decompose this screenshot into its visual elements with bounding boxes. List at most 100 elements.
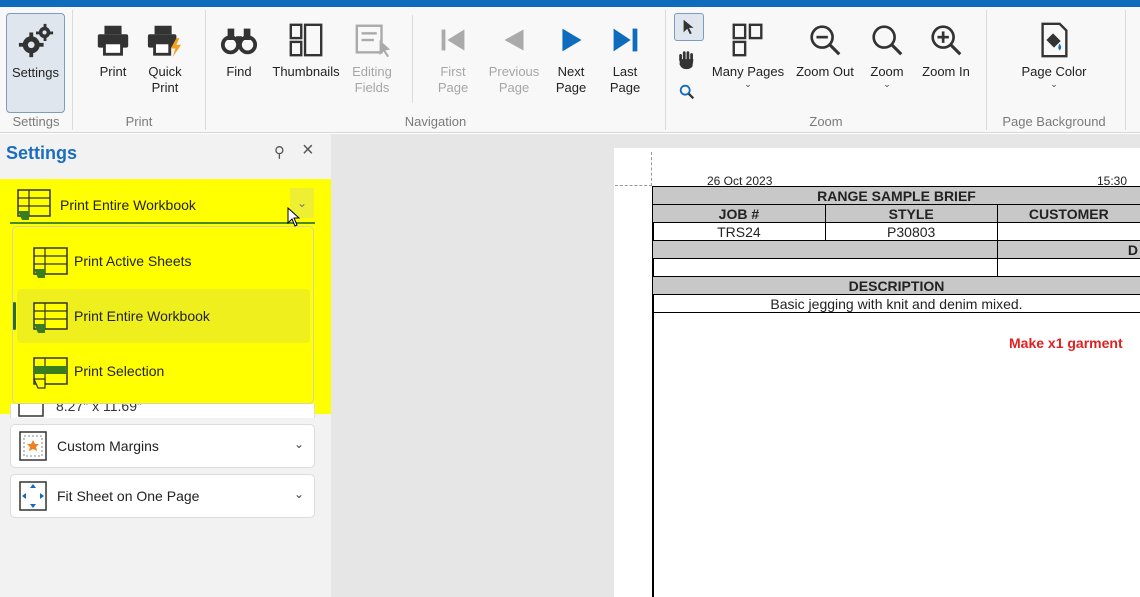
print-label: Print xyxy=(99,64,127,79)
thumbnails-button[interactable]: Thumbnails xyxy=(270,13,342,80)
header-description: DESCRIPTION xyxy=(652,276,1140,295)
mouse-cursor-icon xyxy=(287,207,301,227)
pin-icon[interactable]: ⚲ xyxy=(274,143,285,161)
print-scope-combo[interactable]: Print Entire Workbook ⌄ xyxy=(10,186,315,224)
zoom-out-icon xyxy=(810,25,841,56)
header-customer: CUSTOMER xyxy=(996,204,1140,223)
print-scope-selected: Print Entire Workbook xyxy=(60,197,196,213)
editing-fields-button[interactable]: Editing Fields xyxy=(346,13,398,96)
table-title: RANGE SAMPLE BRIEF xyxy=(652,186,1140,205)
binoculars-icon xyxy=(220,28,258,55)
cell-description-value: Basic jegging with knit and denim mixed. xyxy=(652,294,1140,313)
quick-print-label: Quick Print xyxy=(148,64,182,95)
cell-customer-value xyxy=(996,222,1140,241)
margin-guide xyxy=(651,152,652,186)
thumbnails-label: Thumbnails xyxy=(272,64,340,79)
margins-label: Custom Margins xyxy=(57,438,159,454)
ribbon-separator xyxy=(412,15,413,103)
first-page-button[interactable]: First Page xyxy=(428,13,478,96)
zoom-button[interactable]: Zoom ⌄ xyxy=(862,13,912,89)
chevron-down-icon: ⌄ xyxy=(294,487,305,501)
settings-label: Settings xyxy=(12,65,59,80)
page-background-group-label: Page Background xyxy=(1002,114,1106,129)
find-label: Find xyxy=(226,64,252,79)
next-page-label: Next Page xyxy=(555,64,587,95)
previous-page-label: Previous Page xyxy=(488,64,540,95)
quick-printer-icon xyxy=(147,25,182,58)
zoom-group: Many Pages ⌄ Zoom Out Zoom ⌄ Zoom In Zoo… xyxy=(666,7,986,133)
header-style: STYLE xyxy=(824,204,998,223)
range-sample-table: RANGE SAMPLE BRIEF JOB # STYLE CUSTOMER … xyxy=(652,186,1140,313)
zoom-group-label: Zoom xyxy=(809,114,843,129)
previous-page-button[interactable]: Previous Page xyxy=(484,13,544,96)
paper-size-label: 8.27" x 11.69" xyxy=(56,404,142,414)
gears-icon xyxy=(18,23,53,58)
find-button[interactable]: Find xyxy=(214,13,264,80)
page-color-label: Page Color xyxy=(1021,64,1087,79)
cell-blank xyxy=(996,258,1140,277)
print-button[interactable]: Print xyxy=(87,13,139,80)
small-magnifier-icon xyxy=(679,84,695,100)
navigation-group: Find Thumbnails Editing Fields First Pag… xyxy=(206,7,665,133)
printer-icon xyxy=(97,25,129,56)
window-top-accent-bar xyxy=(0,0,1140,7)
print-group: Print Quick Print Print xyxy=(73,7,205,133)
close-icon[interactable]: × xyxy=(302,139,314,162)
last-page-button[interactable]: Last Page xyxy=(600,13,650,96)
many-pages-button[interactable]: Many Pages ⌄ xyxy=(708,13,788,89)
page-color-icon xyxy=(1041,22,1068,58)
margin-guide xyxy=(615,185,652,186)
hand-tool-button[interactable] xyxy=(676,49,700,73)
cell-gray-blank xyxy=(652,240,998,259)
header-partial: D xyxy=(996,240,1140,259)
ribbon-separator xyxy=(1125,10,1126,130)
thumbnails-icon xyxy=(289,23,323,57)
workbook-icon xyxy=(17,189,51,220)
many-pages-label: Many Pages xyxy=(711,64,785,79)
option-print-active-sheets[interactable]: Print Active Sheets xyxy=(17,234,310,288)
selection-tool-button[interactable] xyxy=(674,13,704,41)
print-scope-dropdown: Print Active Sheets Print Entire Workboo… xyxy=(12,226,314,404)
first-page-label: First Page xyxy=(437,64,469,95)
option-print-entire-workbook[interactable]: Print Entire Workbook xyxy=(13,289,310,343)
zoom-in-icon xyxy=(931,25,962,56)
active-sheets-icon xyxy=(33,247,68,278)
header-job: JOB # xyxy=(652,204,826,223)
chevron-down-icon: ⌄ xyxy=(744,79,752,89)
option-print-selection[interactable]: Print Selection xyxy=(17,344,310,398)
scaling-label: Fit Sheet on One Page xyxy=(57,488,200,504)
navigation-group-label: Navigation xyxy=(404,114,467,129)
quick-print-button[interactable]: Quick Print xyxy=(139,13,191,96)
cell-blank xyxy=(652,258,998,277)
page-color-button[interactable]: Page Color ⌄ xyxy=(1009,13,1099,89)
chevron-down-icon: ⌄ xyxy=(1050,79,1058,89)
option-label: Print Active Sheets xyxy=(74,253,192,269)
zoom-out-label: Zoom Out xyxy=(796,64,854,79)
scaling-card[interactable]: Fit Sheet on One Page ⌄ xyxy=(10,474,315,518)
zoom-out-button[interactable]: Zoom Out xyxy=(792,13,858,80)
zoom-label: Zoom xyxy=(870,64,904,79)
settings-group-label: Settings xyxy=(12,114,60,129)
last-page-icon xyxy=(613,28,638,52)
page-background-group: Page Color ⌄ Page Background xyxy=(987,7,1121,133)
zoom-icon xyxy=(872,25,903,56)
panel-title: Settings xyxy=(6,143,78,163)
editing-fields-icon xyxy=(355,24,391,58)
marquee-zoom-button[interactable] xyxy=(678,83,698,103)
zoom-in-button[interactable]: Zoom In xyxy=(916,13,976,80)
custom-margins-icon xyxy=(19,431,47,461)
ribbon: Settings Settings Print Quick Print Prin… xyxy=(0,7,1140,133)
editing-fields-label: Editing Fields xyxy=(352,64,392,95)
paper-size-icon xyxy=(18,404,44,417)
cell-style-value: P30803 xyxy=(824,222,998,241)
fit-to-page-icon xyxy=(19,481,47,511)
margins-card[interactable]: Custom Margins ⌄ xyxy=(10,424,315,468)
option-label: Print Selection xyxy=(74,363,165,379)
previous-page-icon xyxy=(504,29,524,51)
last-page-label: Last Page xyxy=(609,64,641,95)
next-page-button[interactable]: Next Page xyxy=(546,13,596,96)
zoom-in-label: Zoom In xyxy=(922,64,970,79)
paper-size-card[interactable]: 8.27" x 11.69" xyxy=(10,404,315,418)
settings-button[interactable]: Settings xyxy=(6,13,65,113)
chevron-down-icon: ⌄ xyxy=(294,437,305,451)
